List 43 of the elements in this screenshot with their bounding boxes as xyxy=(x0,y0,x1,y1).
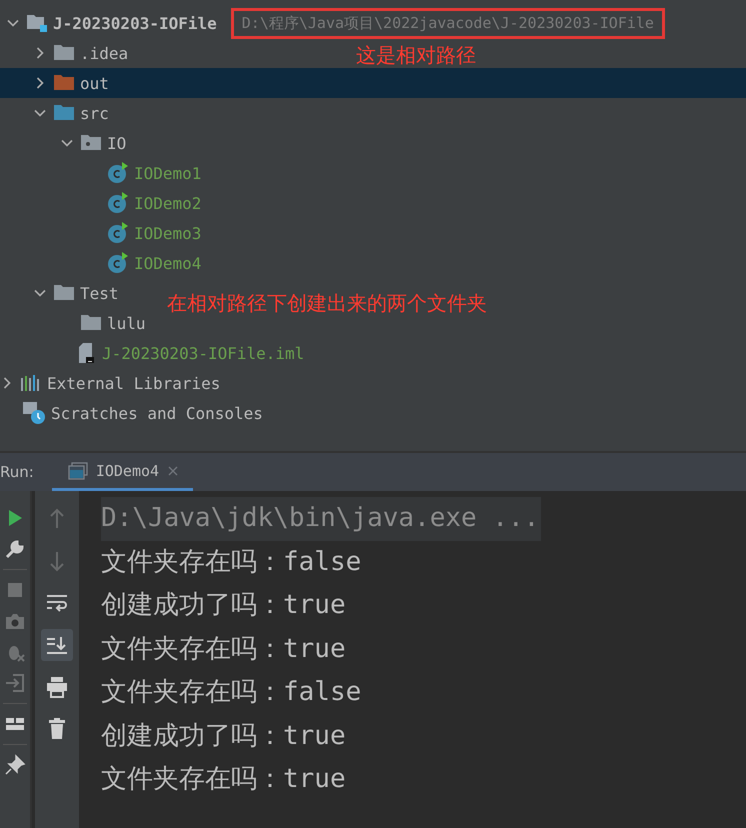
tree-item-label: J-20230203-IOFile.iml xyxy=(102,344,304,362)
output-line: 文件夹存在吗：true xyxy=(101,763,346,796)
tree-item-label: src xyxy=(80,104,109,122)
tab-title: IODemo4 xyxy=(96,462,160,480)
tree-item-label: IO xyxy=(107,134,126,152)
folder-icon xyxy=(80,314,102,332)
annotation-text: 这是相对路径 xyxy=(356,44,476,67)
folder-icon xyxy=(53,284,75,302)
project-folder-icon xyxy=(26,13,48,33)
tree-item-label: External Libraries xyxy=(47,374,220,392)
output-line: 文件夹存在吗：false xyxy=(101,546,362,578)
class-icon xyxy=(107,222,129,244)
scratches-clock-icon xyxy=(22,401,46,425)
class-icon xyxy=(107,252,129,274)
tree-item-label: IODemo2 xyxy=(134,194,202,212)
folder-icon xyxy=(53,74,75,92)
output-line: 创建成功了吗：true xyxy=(101,720,346,752)
tree-item-label: IODemo4 xyxy=(134,254,202,272)
tree-item-label: Scratches and Consoles xyxy=(51,404,263,422)
selected-tree-row[interactable]: out xyxy=(0,68,746,98)
wrench-icon[interactable] xyxy=(4,538,26,560)
libraries-icon xyxy=(20,374,42,392)
output-line: 文件夹存在吗：true xyxy=(101,632,346,666)
folder-icon xyxy=(53,44,75,62)
package-folder-icon xyxy=(80,134,102,152)
project-path: D:\程序\Java项目\2022javacode\J-20230203-IOFile xyxy=(230,8,665,38)
annotation-text: 在相对路径下创建出来的两个文件夹 xyxy=(167,292,487,315)
output-line: 创建成功了吗：true xyxy=(101,589,346,622)
tree-item-label: lulu xyxy=(107,314,146,332)
folder-icon xyxy=(53,104,75,122)
class-icon xyxy=(107,192,129,214)
tree-item-label: Test xyxy=(80,284,119,302)
tree-item-label: out xyxy=(80,74,109,92)
class-icon xyxy=(107,162,129,184)
console-window-icon xyxy=(68,462,88,480)
output-line: 文件夹存在吗：false xyxy=(101,676,362,709)
pin-icon[interactable] xyxy=(4,754,26,776)
tree-item-label: J-20230203-IOFile xyxy=(53,14,217,32)
run-label: Run: xyxy=(0,463,35,481)
tree-item-label: IODemo1 xyxy=(134,164,202,182)
module-file-icon xyxy=(77,342,97,364)
tree-item-label: .idea xyxy=(80,44,128,62)
tree-item-label: IODemo3 xyxy=(134,224,202,242)
